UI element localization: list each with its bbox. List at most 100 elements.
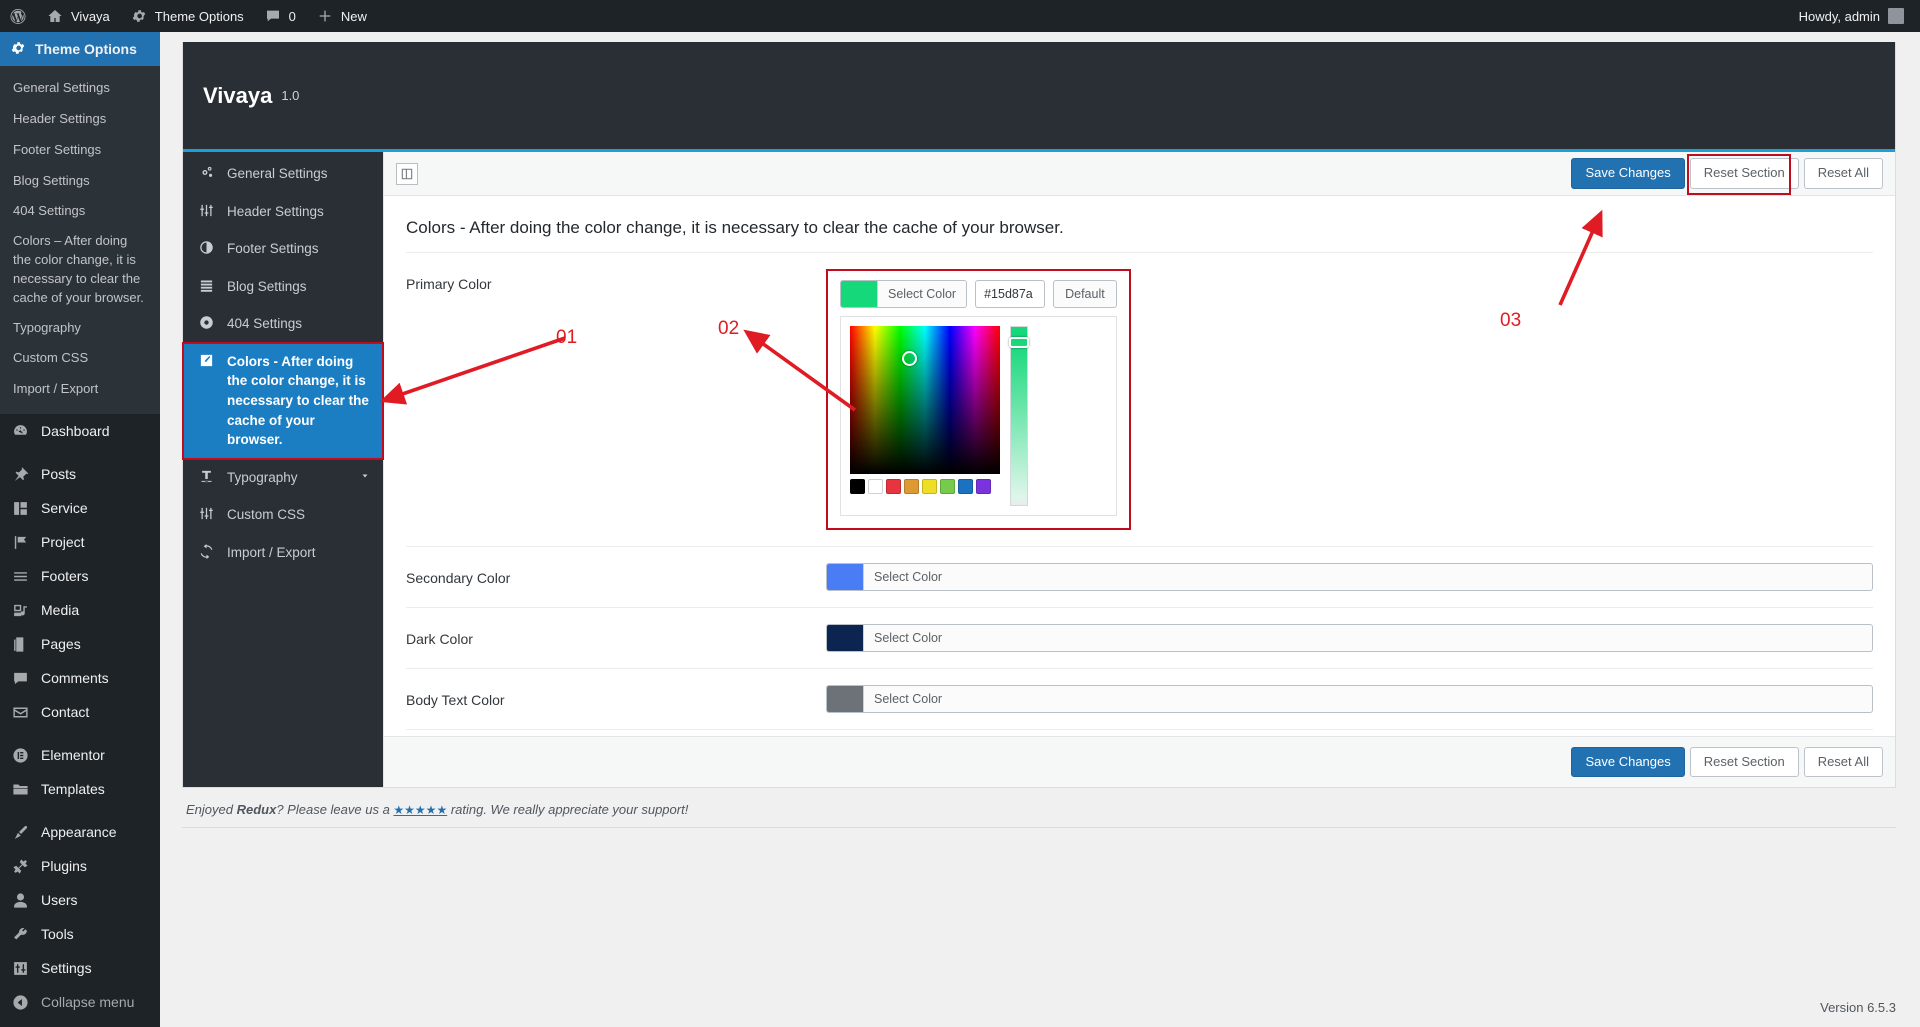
tab-404-settings[interactable]: 404 Settings bbox=[183, 305, 383, 343]
site-name-menu[interactable]: Vivaya bbox=[36, 0, 120, 32]
preset-swatch-3[interactable] bbox=[904, 479, 919, 494]
sidebar-item-tools[interactable]: Tools bbox=[0, 917, 160, 951]
section-heading: Colors - After doing the color change, i… bbox=[406, 218, 1064, 237]
select-color-label: Select Color bbox=[863, 564, 953, 590]
contrast-circle-icon bbox=[197, 239, 215, 255]
sidebar-item-media[interactable]: Media bbox=[0, 593, 160, 627]
chevron-down-icon bbox=[359, 468, 371, 488]
wordpress-logo-button[interactable] bbox=[0, 0, 36, 32]
tab-typography[interactable]: Typography bbox=[183, 459, 383, 497]
default-color-button[interactable]: Default bbox=[1053, 280, 1117, 308]
new-content-menu[interactable]: New bbox=[306, 0, 377, 32]
select-color-button-body-text[interactable]: Select Color bbox=[826, 685, 1873, 713]
sidebar-item-plugins[interactable]: Plugins bbox=[0, 849, 160, 883]
reset-all-button-top[interactable]: Reset All bbox=[1803, 158, 1883, 189]
wrench-icon bbox=[10, 926, 30, 943]
save-changes-button-bottom[interactable]: Save Changes bbox=[1571, 747, 1685, 778]
plus-icon bbox=[316, 7, 334, 25]
option-label: Secondary Color bbox=[406, 570, 511, 586]
menu-separator bbox=[0, 806, 160, 815]
submenu-item-colors[interactable]: Colors – After doing the color change, i… bbox=[0, 227, 160, 312]
tab-custom-css[interactable]: Custom CSS bbox=[183, 496, 383, 534]
sidebar-item-users[interactable]: Users bbox=[0, 883, 160, 917]
reset-section-button-top[interactable]: Reset Section bbox=[1689, 158, 1799, 189]
my-account-menu[interactable]: Howdy, admin bbox=[1799, 8, 1920, 24]
sidebar-item-elementor[interactable]: Elementor bbox=[0, 738, 160, 772]
preset-swatch-5[interactable] bbox=[940, 479, 955, 494]
select-color-button-dark[interactable]: Select Color bbox=[826, 624, 1873, 652]
submenu-item-footer-settings[interactable]: Footer Settings bbox=[0, 135, 160, 166]
select-color-button-secondary[interactable]: Select Color bbox=[826, 563, 1873, 591]
submenu-item-blog-settings[interactable]: Blog Settings bbox=[0, 166, 160, 197]
submenu-item-404-settings[interactable]: 404 Settings bbox=[0, 196, 160, 227]
theme-options-menu[interactable]: Theme Options bbox=[120, 0, 254, 32]
reset-section-button-bottom[interactable]: Reset Section bbox=[1689, 747, 1799, 778]
sidebar-item-contact[interactable]: Contact bbox=[0, 695, 160, 729]
sidebar-item-pages[interactable]: Pages bbox=[0, 627, 160, 661]
tab-import-export[interactable]: Import / Export bbox=[183, 534, 383, 572]
submenu-item-typography[interactable]: Typography bbox=[0, 313, 160, 344]
sidebar-item-dashboard[interactable]: Dashboard bbox=[0, 414, 160, 448]
preset-swatch-0[interactable] bbox=[850, 479, 865, 494]
submenu-item-import-export[interactable]: Import / Export bbox=[0, 374, 160, 405]
expand-panel-icon[interactable] bbox=[396, 162, 418, 185]
avatar bbox=[1888, 8, 1904, 24]
tab-label: Blog Settings bbox=[227, 278, 307, 294]
credits-pre: Enjoyed bbox=[186, 802, 237, 818]
sidebar-item-templates[interactable]: Templates bbox=[0, 772, 160, 806]
sidebar-label: Service bbox=[41, 500, 88, 517]
elementor-icon bbox=[10, 747, 30, 764]
reset-all-button-bottom[interactable]: Reset All bbox=[1803, 747, 1883, 778]
sidebar-item-posts[interactable]: Posts bbox=[0, 457, 160, 491]
folder-icon bbox=[10, 781, 30, 798]
preset-swatch-6[interactable] bbox=[958, 479, 973, 494]
sidebar-item-collapse-menu[interactable]: Collapse menu bbox=[0, 985, 160, 1019]
save-changes-button-top[interactable]: Save Changes bbox=[1571, 158, 1685, 189]
tab-label: Typography bbox=[227, 469, 298, 485]
tab-footer-settings[interactable]: Footer Settings bbox=[183, 230, 383, 268]
text-size-icon bbox=[197, 468, 215, 484]
submenu-item-custom-css[interactable]: Custom CSS bbox=[0, 343, 160, 374]
sidebar-item-theme-options[interactable]: Theme Options bbox=[0, 32, 160, 66]
preset-swatch-2[interactable] bbox=[886, 479, 901, 494]
sidebar-item-settings[interactable]: Settings bbox=[0, 951, 160, 985]
hue-slider[interactable] bbox=[1009, 326, 1029, 506]
tab-label: Import / Export bbox=[227, 544, 316, 560]
hex-input-primary[interactable] bbox=[975, 280, 1046, 308]
preset-swatch-1[interactable] bbox=[868, 479, 883, 494]
sidebar-item-footers[interactable]: Footers bbox=[0, 559, 160, 593]
rating-stars-link[interactable]: ★★★★★ bbox=[393, 803, 447, 817]
select-color-button-primary[interactable]: Select Color bbox=[840, 280, 968, 308]
sidebar-item-comments[interactable]: Comments bbox=[0, 661, 160, 695]
preset-swatch-7[interactable] bbox=[976, 479, 991, 494]
submenu-item-header-settings[interactable]: Header Settings bbox=[0, 104, 160, 135]
comments-count: 0 bbox=[288, 8, 296, 24]
tab-header-settings[interactable]: Header Settings bbox=[183, 193, 383, 231]
sidebar-item-service[interactable]: Service bbox=[0, 491, 160, 525]
saturation-value-area[interactable] bbox=[850, 326, 1000, 474]
sidebar-label: Elementor bbox=[41, 747, 105, 764]
wp-version-label: Version 6.5.3 bbox=[1820, 1000, 1896, 1015]
sidebar-item-project[interactable]: Project bbox=[0, 525, 160, 559]
submenu-item-general-settings[interactable]: General Settings bbox=[0, 73, 160, 104]
wordpress-logo-icon bbox=[9, 7, 27, 25]
comment-icon bbox=[10, 670, 30, 687]
option-row-body-text-color: Body Text Color Select Color bbox=[406, 669, 1873, 730]
sidebar-label: Pages bbox=[41, 636, 81, 653]
tab-blog-settings[interactable]: Blog Settings bbox=[183, 268, 383, 306]
tab-general-settings[interactable]: General Settings bbox=[183, 155, 383, 193]
hue-slider-handle[interactable] bbox=[1009, 337, 1029, 348]
theme-options-label: Theme Options bbox=[154, 8, 244, 24]
tab-label: Custom CSS bbox=[227, 507, 306, 523]
redux-options-panel: Vivaya 1.0 General Settings Header Setti… bbox=[182, 42, 1896, 789]
tab-colors[interactable]: Colors - After doing the color change, i… bbox=[182, 341, 384, 460]
sidebar-label: Footers bbox=[41, 568, 89, 585]
panel-version: 1.0 bbox=[281, 88, 300, 103]
annotation-label-02: 02 bbox=[718, 318, 740, 339]
sidebar-item-appearance[interactable]: Appearance bbox=[0, 815, 160, 849]
comments-bubble[interactable]: 0 bbox=[254, 0, 306, 32]
preset-swatch-4[interactable] bbox=[922, 479, 937, 494]
saturation-column bbox=[850, 326, 1000, 506]
media-icon bbox=[10, 602, 30, 619]
saturation-cursor[interactable] bbox=[902, 351, 917, 366]
